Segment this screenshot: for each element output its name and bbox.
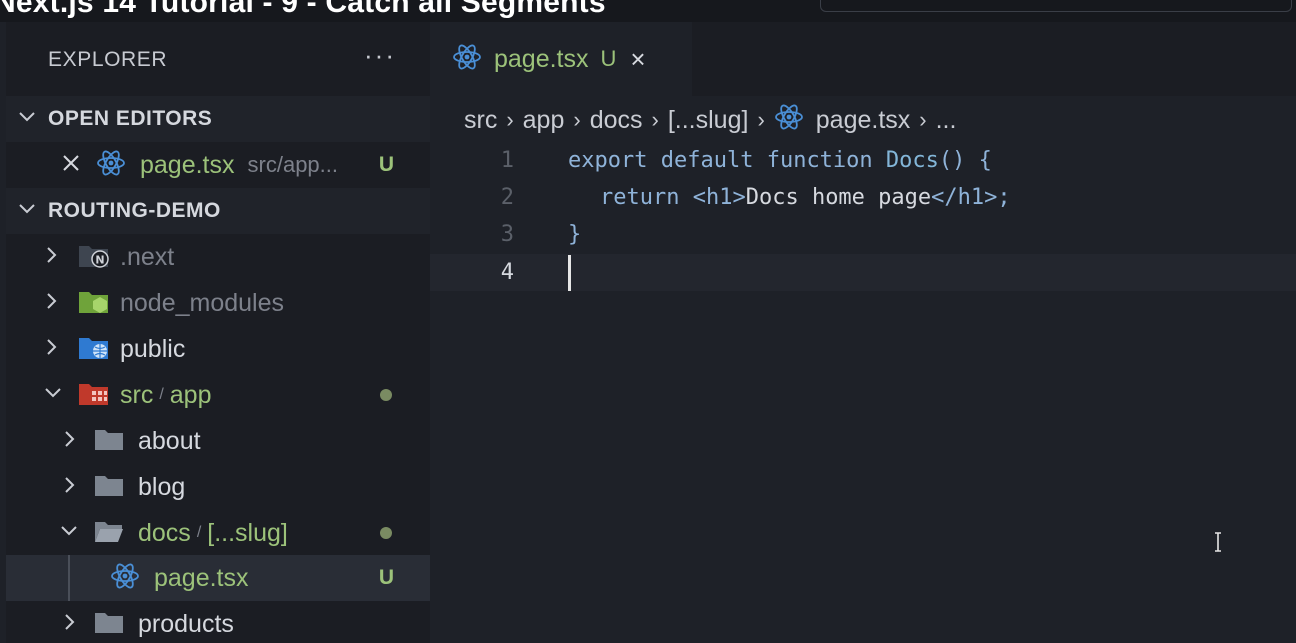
breadcrumb-item[interactable]: ... bbox=[936, 106, 957, 135]
chevron-right-icon bbox=[64, 476, 76, 499]
tree-item-about[interactable]: about bbox=[6, 418, 430, 464]
modified-dot bbox=[380, 389, 392, 401]
explorer-title: EXPLORER bbox=[48, 48, 168, 71]
public-folder-icon bbox=[78, 334, 110, 365]
close-icon[interactable]: × bbox=[630, 44, 645, 75]
react-icon bbox=[452, 42, 482, 77]
video-title-strip: Next.js 14 Tutorial - 9 - Catch all Segm… bbox=[0, 0, 1296, 22]
text-cursor bbox=[568, 254, 571, 291]
modified-dot bbox=[380, 527, 392, 539]
line-number: 3 bbox=[500, 222, 514, 247]
untracked-badge: U bbox=[600, 46, 617, 71]
node-folder-icon bbox=[78, 288, 110, 319]
breadcrumb-item[interactable]: page.tsx bbox=[816, 106, 911, 135]
tree-item-label: about bbox=[138, 426, 201, 455]
code-text: return <h1>Docs home page</h1>; bbox=[600, 185, 1011, 210]
path-separator: / bbox=[159, 386, 164, 403]
tree-item-label: .next bbox=[120, 242, 175, 271]
breadcrumb-item[interactable]: [...slug] bbox=[668, 106, 749, 135]
breadcrumb-item[interactable]: app bbox=[523, 106, 565, 135]
chevron-down-icon bbox=[44, 386, 62, 404]
chevron-right-icon bbox=[46, 338, 58, 361]
line-number: 1 bbox=[500, 148, 514, 173]
chevron-right-icon bbox=[64, 613, 76, 636]
chevron-right-icon bbox=[64, 430, 76, 453]
code-text: } bbox=[568, 222, 582, 247]
folder-icon bbox=[94, 610, 124, 639]
code-line-current: 4 bbox=[430, 254, 1296, 291]
close-icon[interactable] bbox=[62, 154, 82, 177]
nextjs-folder-icon: N bbox=[78, 242, 110, 273]
ibeam-cursor-icon bbox=[1215, 532, 1221, 552]
svg-text:N: N bbox=[95, 253, 104, 266]
tree-item-public[interactable]: public bbox=[6, 326, 430, 372]
explorer-sidebar: EXPLORER ··· OPEN EDITORS page.tsx src/a… bbox=[6, 22, 430, 643]
line-number: 4 bbox=[500, 260, 514, 285]
tree-item-docs-slug[interactable]: docs / [...slug] bbox=[6, 510, 430, 556]
tree-item-label: node_modules bbox=[120, 288, 285, 317]
tree-item-label: public bbox=[120, 334, 186, 363]
tree-item-src-app[interactable]: src / app bbox=[6, 372, 430, 418]
chevron-right-icon: › bbox=[506, 107, 514, 132]
tree-item-label: app bbox=[169, 380, 212, 409]
tree-item-node-modules[interactable]: node_modules bbox=[6, 280, 430, 326]
tree-item-label: [...slug] bbox=[207, 518, 288, 547]
react-icon bbox=[774, 102, 804, 139]
untracked-badge: U bbox=[378, 566, 394, 589]
chevron-down-icon bbox=[16, 110, 38, 128]
open-editor-path: src/app... bbox=[247, 152, 338, 177]
tree-indent-guide bbox=[68, 555, 70, 601]
breadcrumb-item[interactable]: docs bbox=[590, 106, 643, 135]
code-line: 1 export default function Docs() { bbox=[430, 142, 1296, 179]
tree-item-label: page.tsx bbox=[154, 563, 249, 592]
tree-item-products[interactable]: products bbox=[6, 601, 430, 643]
more-actions-icon[interactable]: ··· bbox=[364, 40, 396, 71]
tree-item-label: blog bbox=[138, 472, 186, 501]
tab-page-tsx[interactable]: page.tsx U × bbox=[430, 22, 692, 96]
open-editor-filename: page.tsx bbox=[140, 150, 235, 179]
tree-item-next[interactable]: N .next bbox=[6, 234, 430, 280]
command-center[interactable] bbox=[820, 0, 1292, 12]
open-editors-section[interactable]: OPEN EDITORS bbox=[6, 96, 430, 142]
project-title: ROUTING-DEMO bbox=[48, 199, 221, 222]
code-line: 3 } bbox=[430, 216, 1296, 253]
folder-icon bbox=[94, 473, 124, 502]
react-icon bbox=[96, 148, 126, 183]
chevron-down-icon bbox=[60, 524, 78, 542]
folder-icon bbox=[94, 427, 124, 456]
tree-item-label: products bbox=[138, 609, 234, 638]
chevron-right-icon: › bbox=[651, 107, 659, 132]
untracked-badge: U bbox=[378, 153, 394, 176]
folder-open-icon bbox=[94, 519, 124, 548]
tab-bar: page.tsx U × bbox=[430, 22, 1296, 96]
open-editors-title: OPEN EDITORS bbox=[48, 107, 213, 130]
code-text bbox=[568, 254, 571, 291]
chevron-right-icon: › bbox=[757, 107, 765, 132]
tree-item-label: src bbox=[120, 380, 154, 409]
tab-label: page.tsx bbox=[494, 44, 589, 73]
chevron-down-icon bbox=[16, 202, 38, 220]
tree-item-blog[interactable]: blog bbox=[6, 464, 430, 510]
breadcrumb: src › app › docs › [...slug] › page.tsx … bbox=[464, 100, 956, 140]
open-editor-item[interactable]: page.tsx src/app... U bbox=[6, 142, 430, 188]
breadcrumb-item[interactable]: src bbox=[464, 106, 497, 135]
chevron-right-icon bbox=[46, 246, 58, 269]
video-title: Next.js 14 Tutorial - 9 - Catch all Segm… bbox=[0, 0, 606, 19]
explorer-header: EXPLORER ··· bbox=[6, 22, 430, 96]
editor-area: page.tsx U × src › app › docs › [...slug… bbox=[430, 22, 1296, 643]
project-section[interactable]: ROUTING-DEMO bbox=[6, 188, 430, 234]
code-line: 2 return <h1>Docs home page</h1>; bbox=[430, 179, 1296, 216]
code-text: export default function Docs() { bbox=[568, 148, 992, 173]
chevron-right-icon: › bbox=[919, 107, 927, 132]
react-icon bbox=[110, 561, 140, 596]
app-folder-icon bbox=[78, 380, 110, 411]
chevron-right-icon bbox=[46, 292, 58, 315]
path-separator: / bbox=[196, 524, 202, 541]
tree-item-label: docs bbox=[138, 518, 191, 547]
line-number: 2 bbox=[500, 185, 514, 210]
chevron-right-icon: › bbox=[573, 107, 581, 132]
